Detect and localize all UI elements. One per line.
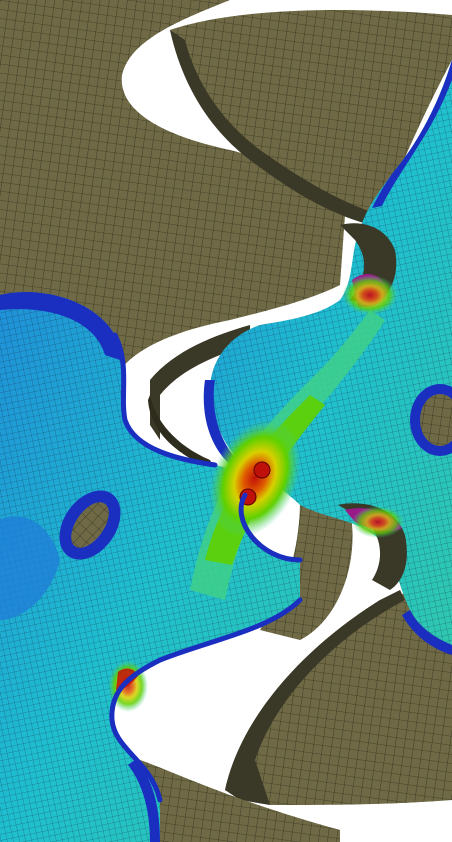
fe-render [0, 0, 452, 842]
fe-viewport [0, 0, 452, 842]
